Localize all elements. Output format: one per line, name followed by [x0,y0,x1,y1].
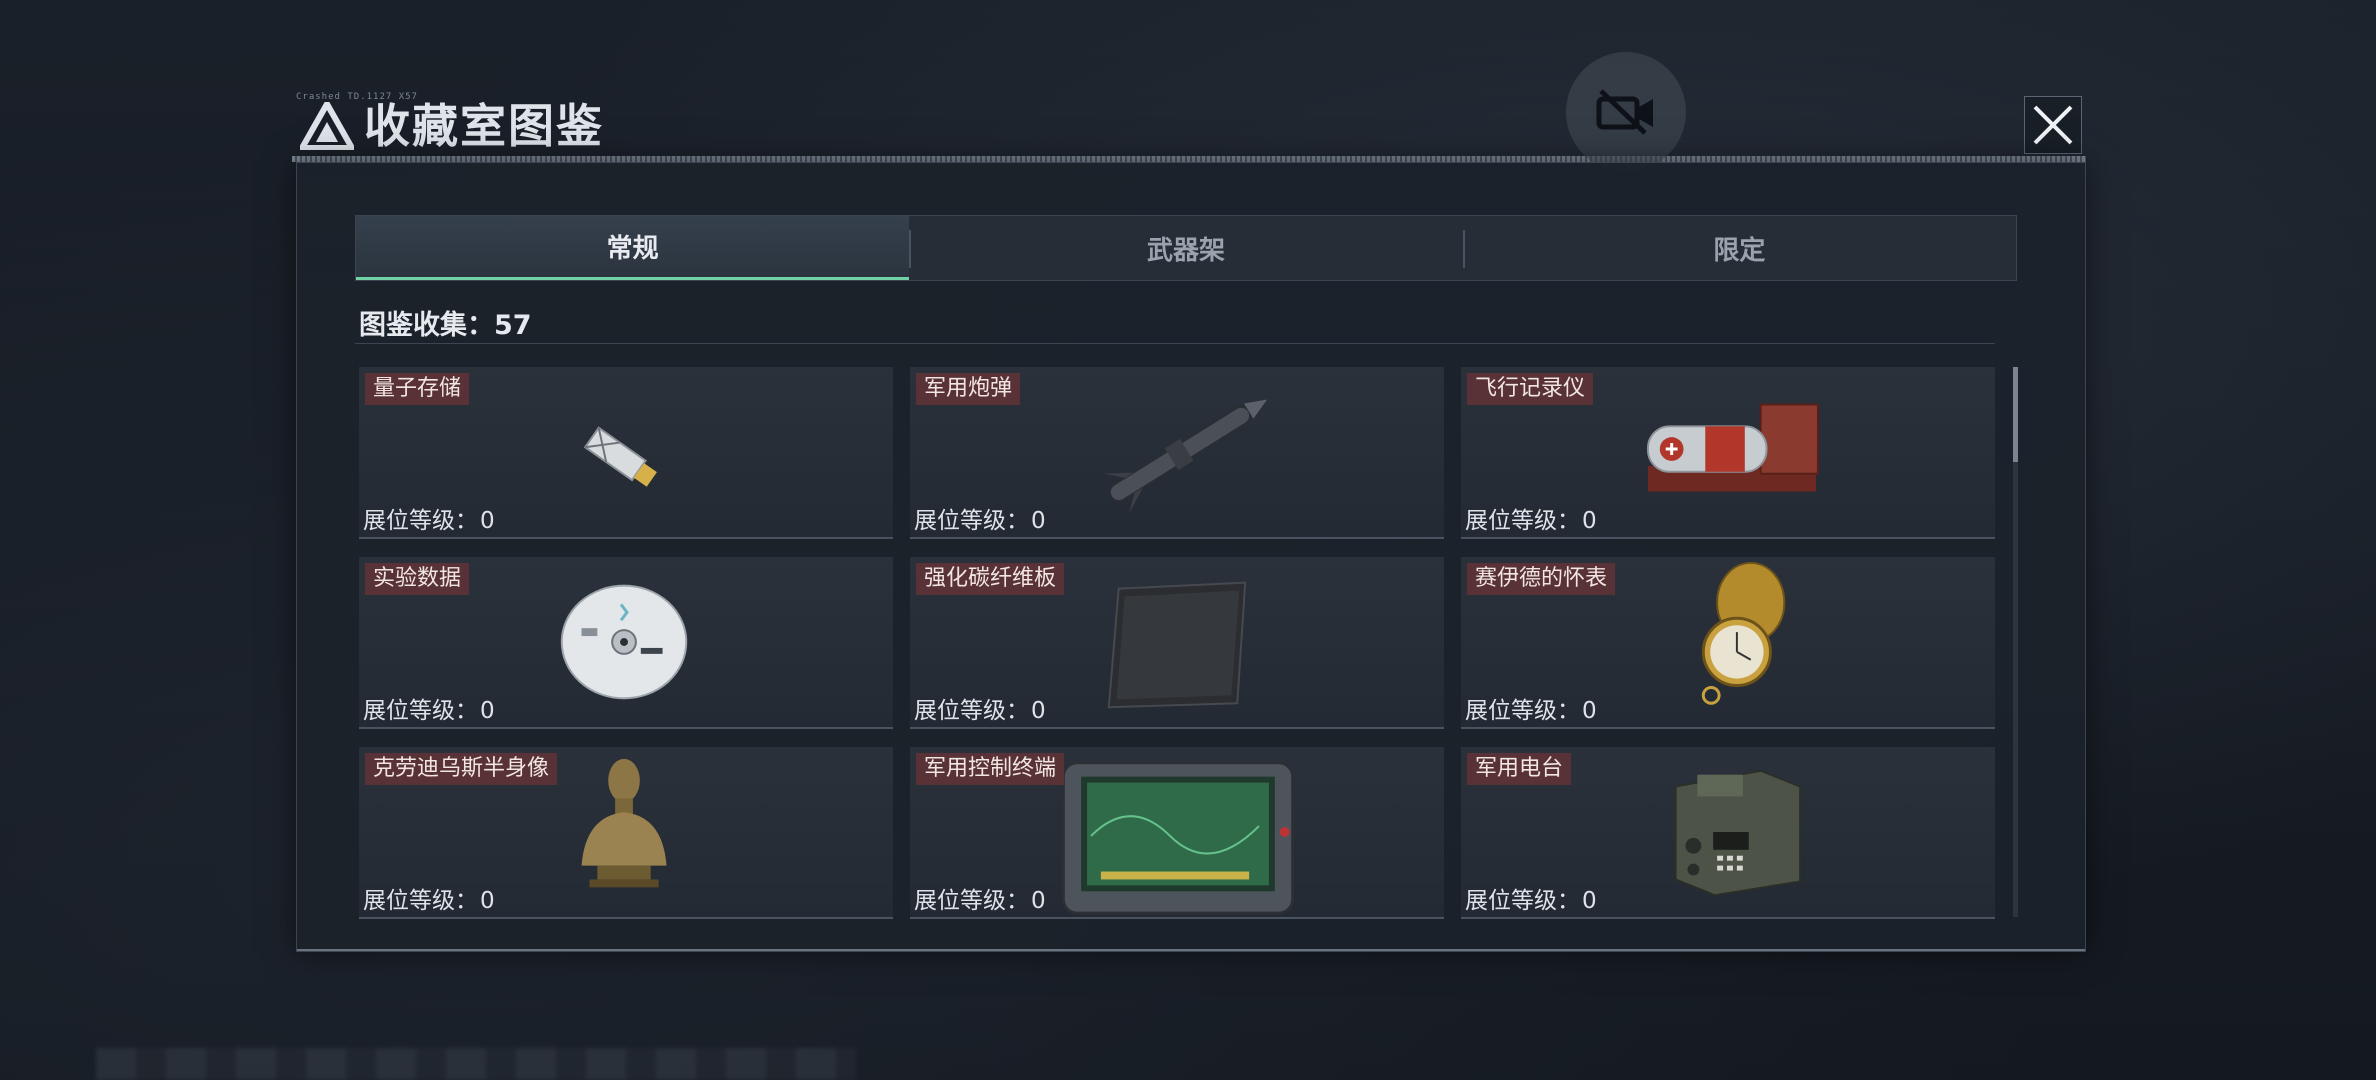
item-name: 克劳迪乌斯半身像 [365,753,558,785]
item-level: 展位等级：0 [363,697,495,725]
scrollbar-thumb[interactable] [2013,367,2018,462]
camera-off-icon [1596,89,1653,135]
level-label: 展位等级： [363,508,478,534]
item-level: 展位等级：0 [363,507,495,535]
close-button[interactable] [2024,96,2082,154]
blurred-footer-text [96,1048,856,1080]
camera-off-button[interactable] [1566,52,1686,172]
item-name: 强化碳纤维板 [916,563,1065,595]
level-label: 展位等级： [363,698,478,724]
item-name: 军用炮弹 [916,373,1021,405]
tab-label: 武器架 [1146,235,1225,266]
item-name: 飞行记录仪 [1467,373,1594,405]
level-label: 展位等级： [914,888,1029,914]
level-value: 0 [1582,888,1597,914]
item-name: 赛伊德的怀表 [1467,563,1616,595]
item-card[interactable]: 强化碳纤维板 展位等级：0 [910,557,1444,729]
level-value: 0 [1582,698,1597,724]
item-level: 展位等级：0 [914,887,1046,915]
item-card[interactable]: 实验数据 展位等级：0 [359,557,893,729]
item-card[interactable]: 量子存储 展位等级：0 [359,367,893,539]
game-logo-icon [300,102,354,150]
level-value: 0 [480,888,495,914]
tab-weapon-rack[interactable]: 武器架 [909,216,1462,280]
item-name: 量子存储 [365,373,470,405]
item-card[interactable]: 军用电台 展位等级：0 [1461,747,1995,919]
divider [355,343,1995,344]
tab-regular[interactable]: 常规 [356,216,910,280]
level-value: 0 [480,508,495,534]
tab-label: 常规 [606,234,659,264]
tab-label: 限定 [1713,235,1766,266]
item-grid: 量子存储 展位等级：0 军用炮弹 展位等级：0 飞行记录仪 展位等级：0 实验数… [359,367,1999,921]
level-label: 展位等级： [914,698,1029,724]
tab-bar: 常规 武器架 限定 [355,215,2017,281]
item-level: 展位等级：0 [914,507,1046,535]
page-title: 收藏室图鉴 [364,99,604,153]
level-value: 0 [1031,698,1046,724]
item-level: 展位等级：0 [1465,887,1597,915]
level-label: 展位等级： [914,508,1029,534]
title-bar: Crashed TD.1127 X57 收藏室图鉴 [292,92,2086,162]
level-label: 展位等级： [1465,508,1580,534]
item-card[interactable]: 飞行记录仪 展位等级：0 [1461,367,1995,539]
item-name: 实验数据 [365,563,470,595]
scrollbar[interactable] [2013,367,2018,917]
level-value: 0 [480,698,495,724]
level-label: 展位等级： [363,888,478,914]
level-label: 展位等级： [1465,888,1580,914]
item-level: 展位等级：0 [1465,507,1597,535]
item-name: 军用电台 [1467,753,1572,785]
item-level: 展位等级：0 [1465,697,1597,725]
panel-bottom-border [297,949,2085,951]
collection-count: 图鉴收集：57 [359,310,532,341]
level-value: 0 [1031,888,1046,914]
item-level: 展位等级：0 [363,887,495,915]
item-level: 展位等级：0 [914,697,1046,725]
collection-panel: 常规 武器架 限定 图鉴收集：57 量子存储 展位等级：0 军用炮弹 展位等级：… [296,162,2086,952]
item-card[interactable]: 克劳迪乌斯半身像 展位等级：0 [359,747,893,919]
item-card[interactable]: 军用炮弹 展位等级：0 [910,367,1444,539]
item-name: 军用控制终端 [916,753,1065,785]
level-value: 0 [1582,508,1597,534]
level-label: 展位等级： [1465,698,1580,724]
close-icon [2033,105,2073,145]
item-card[interactable]: 军用控制终端 展位等级：0 [910,747,1444,919]
tab-limited[interactable]: 限定 [1462,216,2016,280]
level-value: 0 [1031,508,1046,534]
item-card[interactable]: 赛伊德的怀表 展位等级：0 [1461,557,1995,729]
